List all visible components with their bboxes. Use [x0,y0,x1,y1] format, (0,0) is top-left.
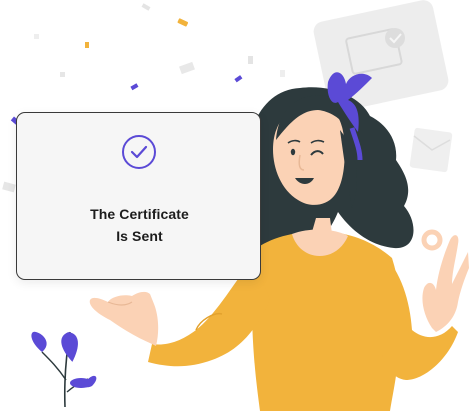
check-circle-icon [122,135,156,169]
check-mark-icon [130,145,148,159]
left-hand [89,291,159,346]
plant [31,331,97,408]
certificate-card: The Certificate Is Sent [16,112,261,280]
envelope-shape [409,127,453,173]
right-hand [421,229,469,332]
certificate-sent-illustration: The Certificate Is Sent [0,0,469,411]
card-title-line2: Is Sent [116,228,163,244]
card-title-line1: The Certificate [90,206,189,222]
